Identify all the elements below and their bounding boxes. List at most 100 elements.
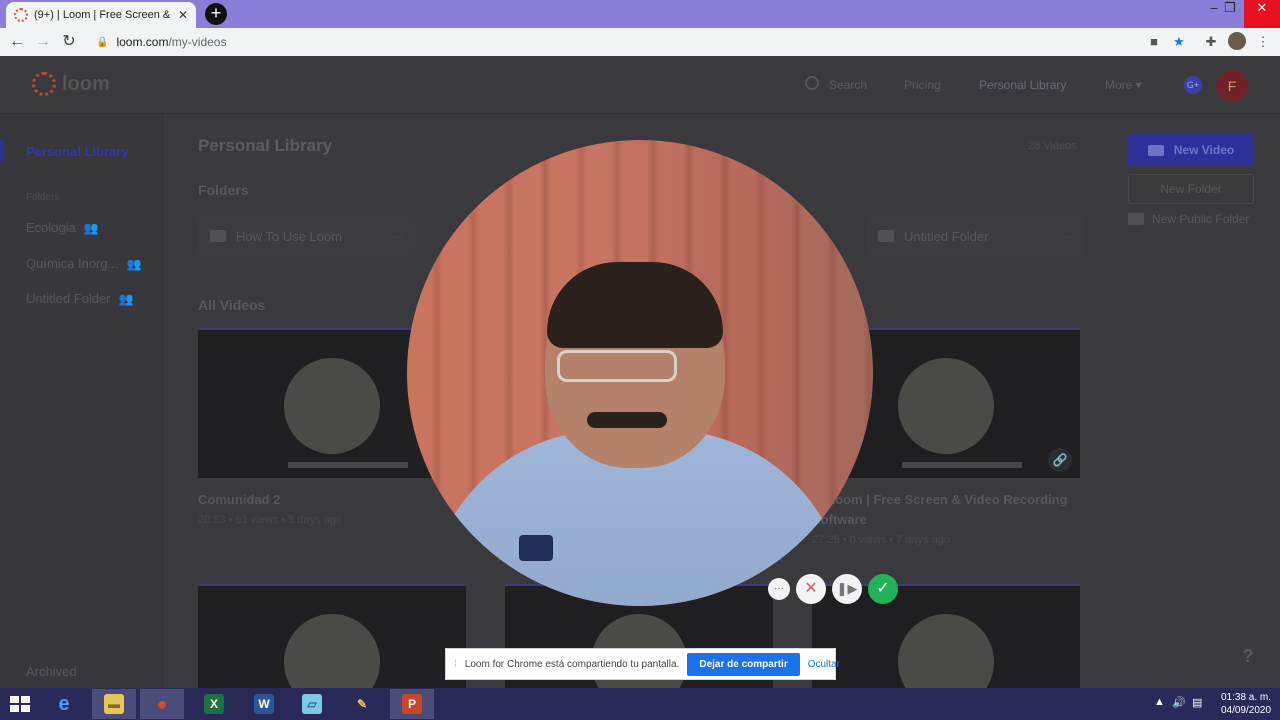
folder-icon [210, 230, 226, 242]
windows-taskbar: e ▬ ● X W ▱ ✎ P ▲ 🔊 ▤ 01:38 a. m. 04/09/… [0, 688, 1280, 720]
network-icon[interactable]: ▤ [1192, 696, 1202, 709]
camera-indicator-icon[interactable]: ■ [1145, 33, 1163, 51]
taskbar-word[interactable]: W [242, 689, 286, 719]
shared-people-icon: 👥 [83, 220, 99, 235]
sidebar-item-label: Química Inorg... [26, 256, 119, 271]
forward-arrow-icon[interactable]: → [33, 32, 53, 52]
browser-tab-loom[interactable]: (9+) | Loom | Free Screen & V ✕ [6, 2, 196, 28]
taskbar-powerpoint[interactable]: P [390, 689, 434, 719]
more-options-icon[interactable]: ··· [768, 578, 790, 600]
pause-resume-button[interactable]: ❚▶ [832, 574, 862, 604]
new-tab-button[interactable]: + [205, 3, 227, 25]
new-video-button[interactable]: New Video [1128, 134, 1254, 166]
address-bar[interactable]: 🔒 loom.com/my-videos [86, 31, 1136, 53]
folder-card-how-to-use-loom[interactable]: How To Use Loom ··· [198, 216, 416, 256]
sidebar-item-archived[interactable]: Archived [26, 664, 77, 679]
right-panel: New Video New Folder New Public Folder [1128, 134, 1254, 226]
chrome-icon: ● [156, 694, 168, 715]
new-folder-button[interactable]: New Folder [1128, 174, 1254, 204]
cancel-recording-button[interactable]: ✕ [796, 574, 826, 604]
camera-bubble[interactable] [407, 140, 873, 606]
person-mustache [587, 412, 667, 428]
thumbnail-bubble [284, 614, 380, 688]
all-videos-section-title: All Videos [198, 297, 266, 313]
folder-card-untitled[interactable]: Untitled Folder ··· [866, 216, 1084, 256]
personal-library-link[interactable]: Personal Library [979, 78, 1066, 92]
bookmark-star-icon[interactable]: ★ [1170, 33, 1188, 51]
thumbnail-bubble [898, 358, 994, 454]
folder-label: Untitled Folder [904, 228, 989, 244]
close-tab-icon[interactable]: ✕ [178, 8, 188, 22]
page-title: Personal Library [198, 136, 333, 155]
shirt-logo [519, 535, 553, 561]
browser-tab-bar: (9+) | Loom | Free Screen & V ✕ + – ❐ ✕ [0, 0, 1280, 28]
taskbar-chrome[interactable]: ● [140, 689, 184, 719]
notes-icon: ▱ [302, 694, 322, 715]
active-indicator [0, 140, 4, 162]
excel-icon: X [204, 694, 224, 715]
logo-text: loom [62, 72, 110, 95]
sidebar-item-untitled-folder[interactable]: Untitled Folder 👥 [26, 291, 134, 306]
thumbnail-bubble [284, 358, 380, 454]
windows-start-icon[interactable] [10, 696, 30, 712]
word-icon: W [254, 694, 274, 715]
reload-icon[interactable]: ↻ [59, 32, 79, 52]
taskbar-file-explorer[interactable]: ▬ [92, 689, 136, 719]
extensions-puzzle-icon[interactable]: ✚ [1202, 33, 1220, 51]
sidebar-item-quimica[interactable]: Química Inorg... 👥 [26, 256, 141, 271]
loom-logo-icon [32, 72, 56, 96]
help-icon[interactable]: ? [1234, 642, 1262, 670]
g-plus-icon[interactable]: G+ [1184, 76, 1202, 94]
hide-notice-button[interactable]: Ocultar [808, 659, 840, 670]
thumbnail-bubble [898, 614, 994, 688]
stop-sharing-button[interactable]: Dejar de compartir [687, 652, 800, 676]
url-host: loom.com [116, 35, 169, 49]
volume-icon[interactable]: 🔊 [1172, 696, 1186, 709]
paint-icon: ✎ [356, 697, 368, 712]
copy-link-icon[interactable]: 🔗 [1048, 448, 1072, 472]
new-video-label: New Video [1173, 143, 1235, 157]
video-count: 28 Videos [1028, 140, 1077, 152]
drag-handle-icon[interactable]: ⁞ [454, 659, 457, 670]
user-avatar[interactable]: F [1216, 70, 1248, 102]
new-public-folder-button[interactable]: New Public Folder [1128, 212, 1254, 226]
sidebar: Personal Library Folders Ecologia 👥 Quím… [0, 114, 163, 688]
close-window-button[interactable]: ✕ [1244, 0, 1280, 28]
new-public-folder-label: New Public Folder [1152, 212, 1250, 226]
powerpoint-icon: P [402, 694, 422, 715]
folder-label: How To Use Loom [236, 228, 342, 244]
taskbar-excel[interactable]: X [192, 689, 236, 719]
taskbar-internet-explorer[interactable]: e [42, 689, 86, 719]
sidebar-item-ecologia[interactable]: Ecologia 👥 [26, 220, 99, 235]
tab-title: (9+) | Loom | Free Screen & V [34, 9, 172, 21]
maximize-window-button[interactable]: ❐ [1212, 0, 1248, 28]
taskbar-clock[interactable]: 01:38 a. m. 04/09/2020 [1216, 691, 1276, 717]
thumbnail-controls [902, 462, 1022, 468]
shared-folder-icon [878, 230, 894, 242]
folder-options-icon[interactable]: ··· [391, 229, 404, 244]
thumbnail-controls [288, 462, 408, 468]
sidebar-item-personal-library[interactable]: Personal Library [26, 144, 129, 159]
back-arrow-icon[interactable]: ← [7, 32, 27, 52]
chrome-menu-icon[interactable]: ⋮ [1254, 33, 1272, 51]
profile-avatar[interactable] [1228, 32, 1246, 50]
url-path: /my-videos [168, 35, 227, 49]
sidebar-item-label: Ecologia [26, 220, 76, 235]
shared-people-icon: 👥 [118, 291, 134, 306]
taskbar-notes[interactable]: ▱ [290, 689, 334, 719]
clock-time: 01:38 a. m. [1220, 692, 1272, 703]
loom-logo[interactable]: loom [32, 72, 110, 96]
folders-section-title: Folders [198, 182, 249, 198]
internet-explorer-icon: e [58, 693, 70, 716]
url-text: loom.com/my-videos [116, 35, 226, 49]
tray-expand-icon[interactable]: ▲ [1154, 696, 1165, 708]
folder-options-icon[interactable]: ··· [1059, 229, 1072, 244]
more-menu[interactable]: More ▾ [1105, 78, 1142, 92]
finish-recording-button[interactable]: ✓ [868, 574, 898, 604]
search-icon[interactable] [805, 76, 819, 90]
video-camera-icon [1147, 144, 1164, 156]
pricing-link[interactable]: Pricing [904, 78, 941, 92]
taskbar-paint[interactable]: ✎ [340, 689, 384, 719]
file-explorer-icon: ▬ [104, 694, 124, 715]
search-link[interactable]: Search [829, 78, 867, 92]
